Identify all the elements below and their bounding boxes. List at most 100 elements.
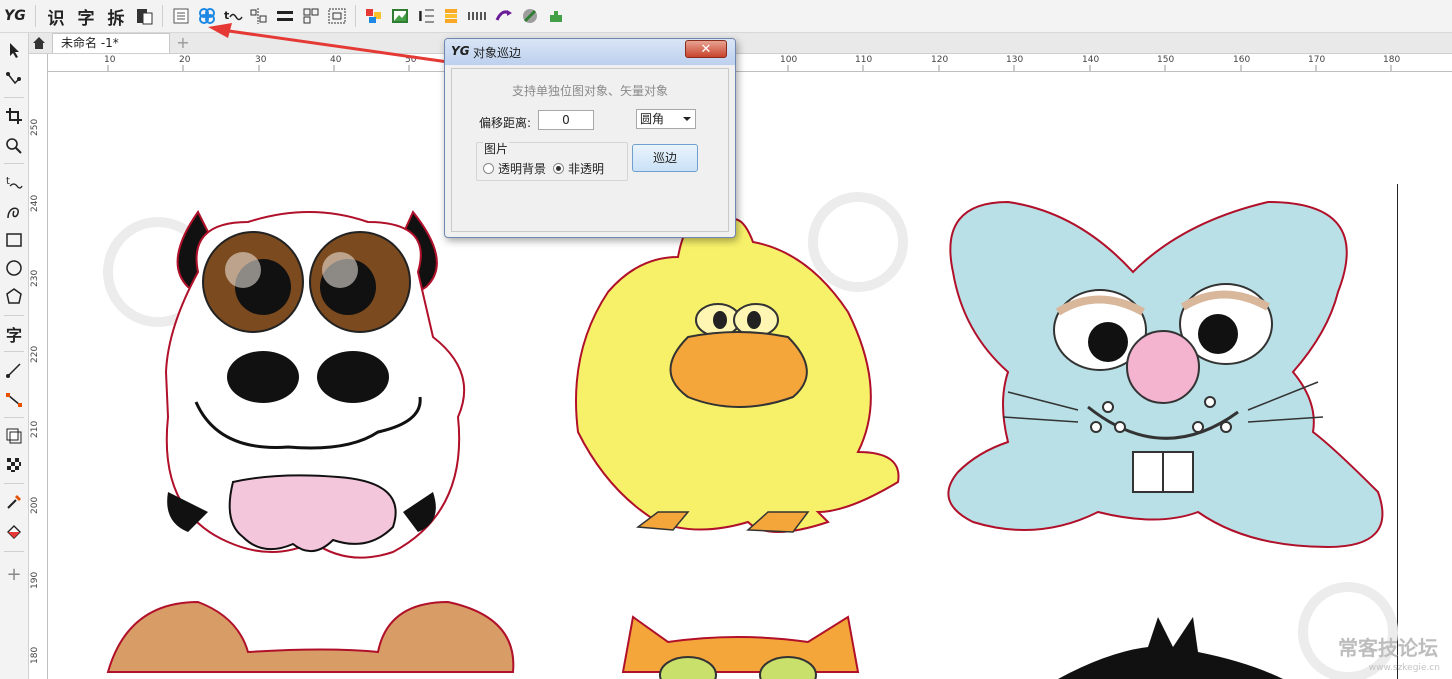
ruler-label: 50 [405, 55, 417, 65]
shape-tool-icon[interactable] [3, 69, 25, 91]
zoom-tool-icon[interactable] [3, 135, 25, 157]
connector-tool-icon[interactable] [3, 389, 25, 411]
shapes-icon[interactable] [363, 4, 385, 28]
ruler-label: 180 [30, 646, 40, 664]
home-icon[interactable] [30, 34, 48, 52]
wave-icon[interactable]: t [222, 4, 244, 28]
black-creature-image[interactable] [1058, 617, 1283, 679]
drop-shadow-tool-icon[interactable] [3, 425, 25, 447]
select-grid-icon[interactable] [326, 4, 348, 28]
freehand-tool-icon[interactable]: t [3, 171, 25, 193]
toolbox-separator [4, 315, 24, 316]
cow-image[interactable] [164, 210, 466, 559]
fill-tool-icon[interactable] [3, 521, 25, 543]
ruler-label: 210 [30, 420, 40, 438]
ellipse-tool-icon[interactable] [3, 257, 25, 279]
toolbox-separator [4, 163, 24, 164]
close-icon: ✕ [700, 42, 712, 57]
dog-image[interactable] [106, 600, 515, 673]
ruler-label: 120 [931, 55, 949, 65]
dialog-logo: YG [451, 44, 470, 58]
vertical-ruler: 250 240 230 220 210 200 190 180 [29, 54, 48, 679]
globe-icon[interactable] [519, 4, 541, 28]
list-icon[interactable] [170, 4, 192, 28]
pick-tool-icon[interactable] [3, 39, 25, 61]
shuffle-icon[interactable] [493, 4, 515, 28]
toolbox-separator [4, 483, 24, 484]
svg-text:t: t [6, 176, 10, 187]
text-button[interactable]: 字 [73, 4, 99, 29]
ruler-label: 240 [30, 194, 40, 212]
horizontal-ruler: 10 20 30 40 50 100 110 120 130 140 150 1… [48, 54, 1452, 72]
crop-tool-icon[interactable] [3, 105, 25, 127]
toolbox: t 字 + [0, 33, 29, 679]
tab-document[interactable]: 未命名 -1* [52, 33, 170, 53]
dialog-titlebar[interactable]: YG 对象巡边 ✕ [445, 39, 735, 65]
add-tool-button[interactable]: + [3, 563, 25, 585]
chevron-down-icon [683, 117, 691, 121]
svg-text:t: t [224, 9, 229, 22]
ruler-label: 230 [30, 269, 40, 287]
ruler-label: 160 [1233, 55, 1251, 65]
watermark-text: 常客技论坛 [1338, 636, 1438, 660]
ruler-label: 130 [1006, 55, 1024, 65]
radio-opaque-dot [553, 163, 564, 174]
curve-tool-icon[interactable] [3, 201, 25, 223]
support-hint: 支持单独位图对象、矢量对象 [511, 84, 668, 98]
align-icon[interactable] [248, 4, 270, 28]
clipboard-icon[interactable] [133, 4, 155, 28]
main-toolbar: YG 识 字 拆 t I [0, 0, 1452, 33]
drawing-canvas[interactable]: 常客技论坛 www.szkegie.cn [48, 72, 1452, 679]
corner-style-select[interactable]: 圆角 [636, 109, 696, 129]
grid-icon[interactable] [300, 4, 322, 28]
rectangle-tool-icon[interactable] [3, 229, 25, 251]
offset-label: 偏移距离: [479, 116, 532, 130]
add-tab-button[interactable]: + [174, 34, 192, 52]
transparency-tool-icon[interactable] [3, 454, 25, 476]
corner-style-value: 圆角 [640, 112, 665, 126]
dots-icon[interactable] [467, 4, 489, 28]
app-logo: YG [4, 8, 26, 24]
recognize-button[interactable]: 识 [43, 4, 69, 29]
radio-opaque[interactable]: 非透明 [553, 160, 604, 177]
lines-icon[interactable] [274, 4, 296, 28]
toolbar-separator [355, 5, 356, 27]
ruler-label: 150 [1157, 55, 1175, 65]
watermark-url: www.szkegie.cn [1368, 663, 1440, 673]
ruler-label: 250 [30, 118, 40, 136]
rabbit-image[interactable] [947, 200, 1384, 549]
dimension-tool-icon[interactable] [3, 359, 25, 381]
puzzle-icon[interactable] [545, 4, 567, 28]
chick-image[interactable] [575, 218, 900, 533]
ruler-label: 180 [1383, 55, 1401, 65]
offset-input[interactable]: 0 [538, 110, 594, 130]
trace-edge-dialog: YG 对象巡边 ✕ 支持单独位图对象、矢量对象 偏移距离: 0 圆角 图片 透明… [444, 38, 736, 238]
split-button[interactable]: 拆 [103, 4, 129, 29]
ruler-label: 20 [179, 55, 191, 65]
polygon-tool-icon[interactable] [3, 286, 25, 308]
ruler-label: 200 [30, 496, 40, 514]
cat-image[interactable] [621, 615, 860, 679]
ruler-label: 100 [780, 55, 798, 65]
dialog-body: 支持单独位图对象、矢量对象 偏移距离: 0 圆角 图片 透明背景 非透明 巡边 [451, 68, 729, 232]
toolbox-separator [4, 351, 24, 352]
text-frame-icon[interactable]: I [415, 4, 437, 28]
picture-group: 图片 透明背景 非透明 [476, 140, 628, 181]
picture-group-label: 图片 [483, 140, 510, 157]
dialog-title: 对象巡边 [473, 46, 522, 60]
ruler-label: 170 [1308, 55, 1326, 65]
layers-icon[interactable] [441, 4, 463, 28]
eyedropper-tool-icon[interactable] [3, 491, 25, 513]
ruler-label: 140 [1082, 55, 1100, 65]
toolbar-separator [162, 5, 163, 27]
radio-transparent-dot [483, 163, 494, 174]
trace-edge-button[interactable]: 巡边 [632, 144, 698, 172]
toolbox-separator [4, 551, 24, 552]
toolbar-separator [35, 5, 36, 27]
radio-transparent[interactable]: 透明背景 [483, 160, 546, 177]
ruler-label: 30 [255, 55, 267, 65]
text-tool[interactable]: 字 [3, 323, 25, 345]
image-icon[interactable] [389, 4, 411, 28]
close-button[interactable]: ✕ [685, 40, 727, 58]
flower-icon[interactable] [196, 4, 218, 28]
